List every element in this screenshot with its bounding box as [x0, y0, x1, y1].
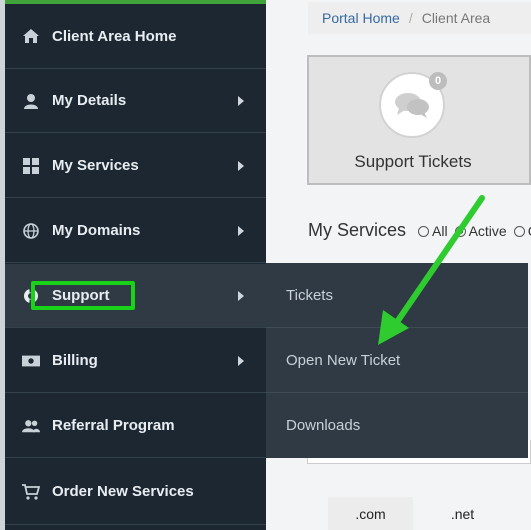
filter-label-active: Active: [468, 223, 507, 239]
domain-tab-com[interactable]: .com: [328, 497, 413, 530]
sidebar: Client Area Home My Details My Services …: [5, 0, 266, 530]
submenu-item-tickets[interactable]: Tickets: [266, 263, 528, 328]
chevron-right-icon: [238, 290, 244, 301]
sidebar-item-order-new-services[interactable]: Order New Services: [5, 459, 266, 525]
chevron-right-icon: [238, 160, 244, 171]
sidebar-item-label: Client Area Home: [52, 27, 177, 45]
sidebar-item-label: Referral Program: [52, 417, 175, 434]
chevron-right-icon: [238, 355, 244, 366]
home-icon: [22, 27, 40, 45]
services-title: My Services: [308, 220, 407, 240]
sidebar-item-referral-program[interactable]: Referral Program: [5, 394, 266, 458]
chevron-right-icon: [238, 225, 244, 236]
sidebar-item-my-details[interactable]: My Details: [5, 69, 266, 133]
cart-icon: [22, 483, 40, 501]
sidebar-item-label: Order New Services: [52, 483, 194, 500]
support-submenu: Tickets Open New Ticket Downloads: [266, 263, 528, 458]
sidebar-item-label: My Domains: [52, 222, 141, 239]
sidebar-item-billing[interactable]: Billing: [5, 329, 266, 393]
domain-tab-net[interactable]: .net: [420, 497, 505, 530]
user-icon: [22, 92, 40, 110]
grid-icon: [22, 157, 40, 175]
breadcrumb: Portal Home / Client Area: [308, 2, 531, 34]
sidebar-item-label: My Details: [52, 92, 127, 109]
users-icon: [22, 417, 40, 435]
sidebar-item-label: My Services: [52, 157, 139, 174]
submenu-item-downloads[interactable]: Downloads: [266, 393, 528, 458]
sidebar-item-my-services[interactable]: My Services: [5, 134, 266, 198]
filter-radio-third[interactable]: [513, 225, 525, 237]
ticket-count-badge: 0: [429, 72, 447, 90]
sidebar-item-label: Billing: [52, 352, 98, 369]
filter-radio-active[interactable]: [454, 225, 466, 237]
globe-icon: [22, 222, 40, 240]
sidebar-item-client-area-home[interactable]: Client Area Home: [5, 4, 266, 69]
submenu-item-open-new-ticket[interactable]: Open New Ticket: [266, 328, 528, 393]
tile-label: Support Tickets: [354, 152, 472, 171]
money-icon: [22, 352, 40, 370]
chat-bubbles-icon: [395, 93, 429, 118]
breadcrumb-home-link[interactable]: Portal Home: [322, 10, 400, 26]
chevron-right-icon: [238, 95, 244, 106]
breadcrumb-current: Client Area: [421, 10, 491, 26]
support-highlight-box: [31, 281, 135, 310]
breadcrumb-separator: /: [408, 10, 413, 26]
filter-radio-all[interactable]: [418, 225, 429, 237]
support-tickets-tile[interactable]: 0 Support Tickets: [307, 55, 531, 185]
filter-label-all: All: [432, 223, 448, 239]
service-filters: All Active C: [418, 223, 531, 239]
sidebar-item-my-domains[interactable]: My Domains: [5, 199, 266, 263]
